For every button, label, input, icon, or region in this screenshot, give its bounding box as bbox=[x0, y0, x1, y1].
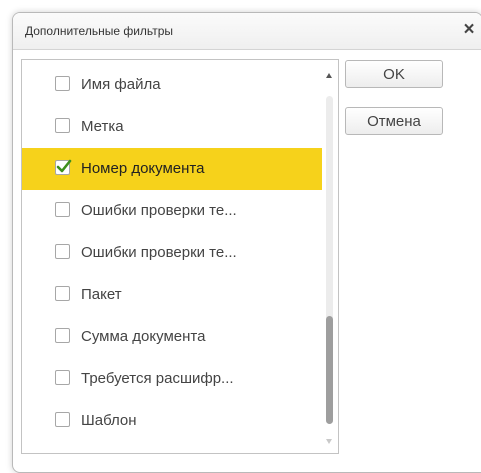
filter-item-label: Сумма документа bbox=[81, 328, 206, 345]
filter-item[interactable]: Имя файла bbox=[22, 64, 322, 106]
filter-item[interactable]: Ошибки проверки те... bbox=[22, 190, 322, 232]
cancel-button[interactable]: Отмена bbox=[345, 107, 443, 135]
checkbox[interactable] bbox=[55, 244, 70, 259]
close-icon[interactable]: × bbox=[458, 19, 480, 41]
filter-item[interactable]: Метка bbox=[22, 106, 322, 148]
filter-item-label: Метка bbox=[81, 118, 124, 135]
checkbox-checked[interactable] bbox=[55, 159, 72, 175]
checkbox[interactable] bbox=[55, 412, 70, 427]
dialog-titlebar: Дополнительные фильтры × bbox=[13, 13, 481, 50]
filter-item-label: Ошибки проверки те... bbox=[81, 202, 237, 219]
filter-item[interactable]: Ошибки проверки те... bbox=[22, 232, 322, 274]
filter-item[interactable]: Пакет bbox=[22, 274, 322, 316]
filter-item-label: Ошибки проверки те... bbox=[81, 244, 237, 261]
filter-item-label: Требуется расшифр... bbox=[81, 370, 234, 387]
checkmark-icon bbox=[56, 159, 72, 173]
scroll-up-arrow-icon[interactable] bbox=[326, 73, 332, 78]
filter-item-label: Шаблон bbox=[81, 412, 137, 429]
filter-item-label: Номер документа bbox=[81, 160, 205, 177]
scroll-down-arrow-icon[interactable] bbox=[326, 439, 332, 444]
checkbox[interactable] bbox=[55, 286, 70, 301]
checkbox[interactable] bbox=[55, 76, 70, 91]
filter-item-label: Пакет bbox=[81, 286, 122, 303]
filter-item-label: Имя файла bbox=[81, 76, 161, 93]
filter-list[interactable]: Имя файла Метка Номер документа Ошибки пров… bbox=[21, 59, 339, 454]
filter-item[interactable]: Номер документа bbox=[22, 148, 322, 190]
list-scrollbar[interactable] bbox=[322, 60, 338, 453]
filter-item[interactable]: Требуется расшифр... bbox=[22, 358, 322, 400]
filter-item[interactable]: Шаблон bbox=[22, 400, 322, 442]
ok-button[interactable]: OK bbox=[345, 60, 443, 88]
filters-dialog: Дополнительные фильтры × Имя файла Метка Н… bbox=[12, 12, 481, 473]
dialog-title: Дополнительные фильтры bbox=[25, 24, 174, 38]
checkbox[interactable] bbox=[55, 118, 70, 133]
scroll-track[interactable] bbox=[326, 96, 333, 424]
checkbox[interactable] bbox=[55, 328, 70, 343]
checkbox[interactable] bbox=[55, 202, 70, 217]
checkbox[interactable] bbox=[55, 370, 70, 385]
filter-item[interactable]: Сумма документа bbox=[22, 316, 322, 358]
scroll-thumb[interactable] bbox=[326, 315, 333, 424]
